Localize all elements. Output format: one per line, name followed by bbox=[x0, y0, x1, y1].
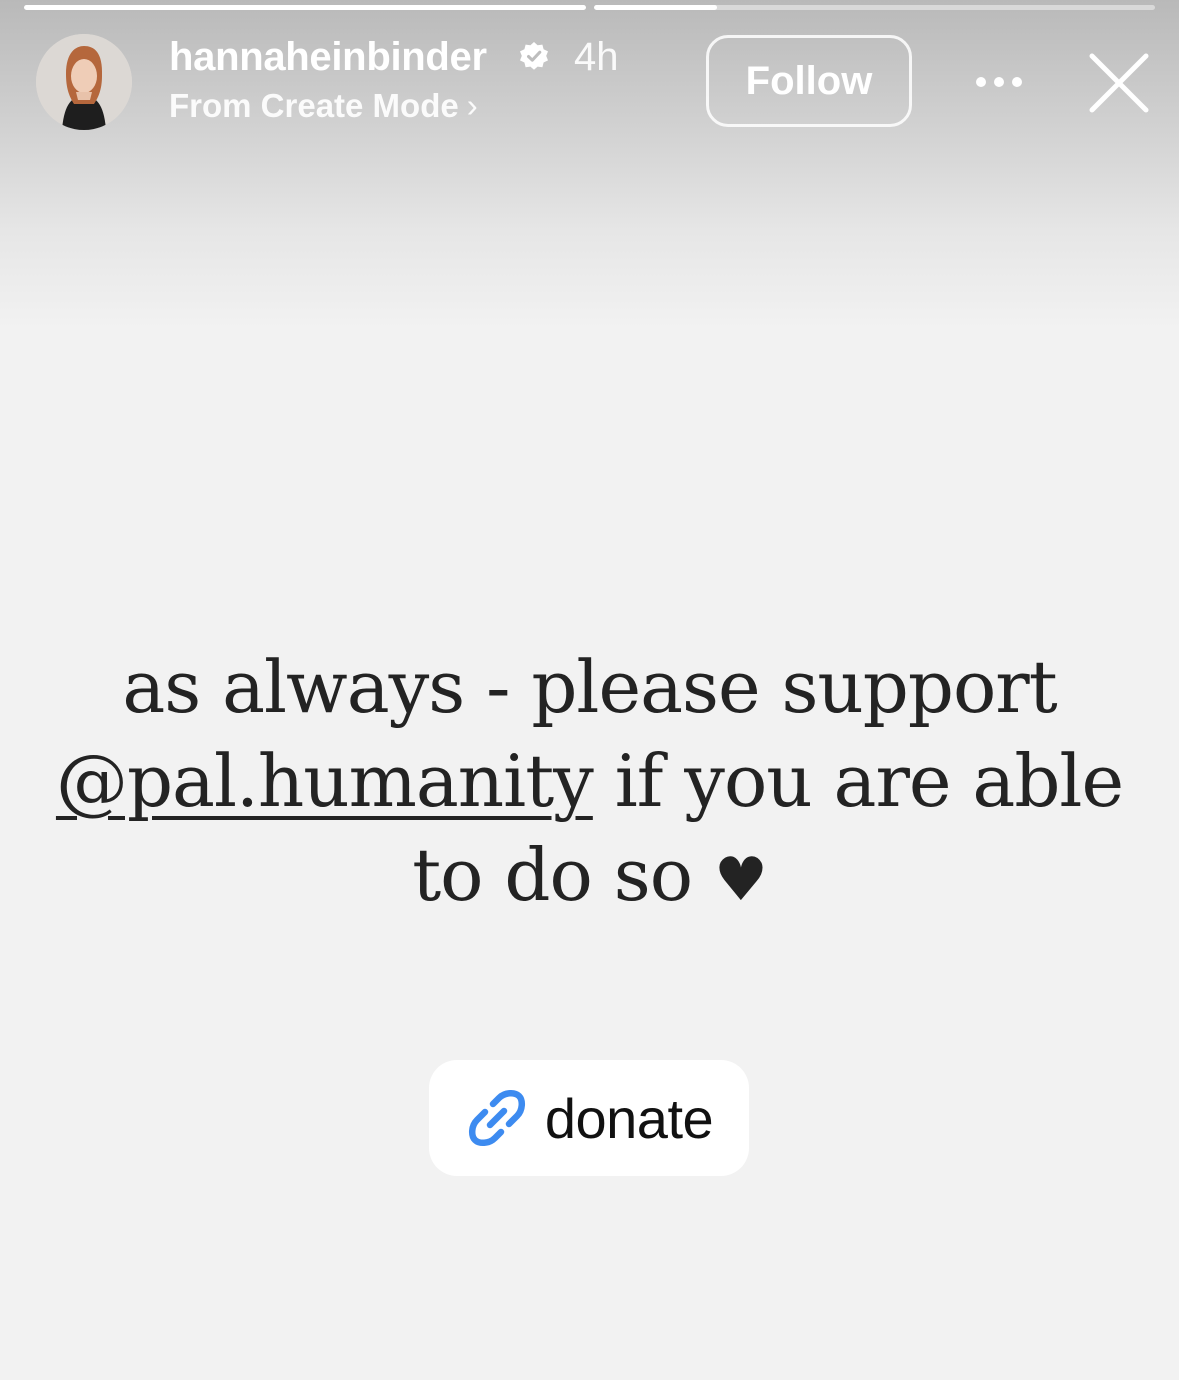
caption-line-3: to do so ♥ bbox=[40, 828, 1139, 927]
caption-line-2-rest: if you are able bbox=[592, 739, 1124, 823]
story-caption: as always - please support @pal.humanity… bbox=[40, 640, 1139, 927]
caption-line-3-text: to do so bbox=[412, 833, 693, 917]
verified-badge-icon bbox=[520, 42, 548, 70]
story-progress-bar-2 bbox=[594, 5, 1155, 10]
donate-link-sticker[interactable]: donate bbox=[429, 1060, 749, 1176]
caption-line-1: as always - please support bbox=[122, 645, 1057, 729]
avatar-image bbox=[36, 34, 132, 130]
more-options-icon[interactable] bbox=[972, 70, 1026, 94]
heart-icon: ♥ bbox=[713, 845, 768, 915]
mention-link[interactable]: @pal.humanity bbox=[56, 739, 594, 823]
post-timestamp: 4h bbox=[574, 35, 619, 79]
create-mode-link[interactable]: From Create Mode › bbox=[169, 86, 478, 126]
chevron-right-icon: › bbox=[466, 87, 478, 124]
close-icon[interactable] bbox=[1088, 52, 1150, 114]
story-progress-fill-1 bbox=[24, 5, 586, 10]
caption-line-2: @pal.humanity if you are able bbox=[40, 734, 1139, 828]
story-progress-bar-1 bbox=[24, 5, 586, 10]
story-progress-fill-2 bbox=[594, 5, 718, 10]
create-mode-label: From Create Mode bbox=[169, 87, 459, 124]
link-icon bbox=[468, 1090, 525, 1146]
follow-button[interactable]: Follow bbox=[706, 35, 912, 127]
username[interactable]: hannaheinbinder bbox=[169, 34, 487, 80]
donate-label: donate bbox=[544, 1086, 714, 1150]
avatar[interactable] bbox=[36, 34, 132, 130]
